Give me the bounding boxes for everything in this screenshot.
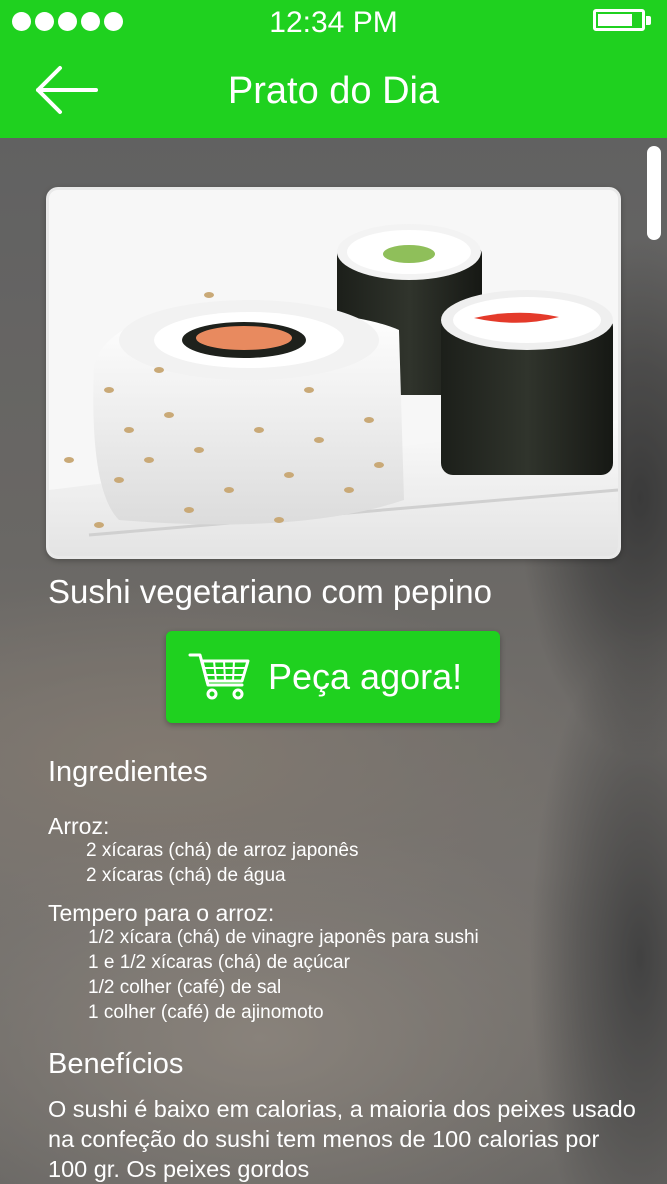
top-bar: 12:34 PM Prato do Dia [0, 0, 667, 138]
content-area: Sushi vegetariano com pepino Peça agora!… [0, 138, 667, 1184]
benefits-title: Benefícios [48, 1048, 184, 1080]
ingredient-group-title: Tempero para o arroz: [48, 900, 275, 926]
ingredients-title: Ingredientes [48, 756, 208, 788]
status-time: 12:34 PM [269, 6, 398, 39]
sushi-image [49, 190, 618, 556]
dish-photo [46, 187, 621, 559]
battery-icon [593, 9, 651, 31]
ingredient-item: 1/2 xícara (chá) de vinagre japonês para… [88, 927, 479, 948]
ingredient-item: 2 xícaras (chá) de arroz japonês [86, 840, 359, 861]
ingredient-group-title: Arroz: [48, 813, 110, 839]
page-title: Prato do Dia [227, 70, 440, 112]
benefits-text: O sushi é baixo em calorias, a maioria d… [48, 1096, 636, 1182]
ingredient-item: 1 colher (café) de ajinomoto [88, 1002, 324, 1023]
scrollbar[interactable] [647, 146, 661, 240]
dish-name: Sushi vegetariano com pepino [48, 573, 492, 610]
battery-level [598, 14, 632, 26]
ingredient-item: 2 xícaras (chá) de água [86, 865, 286, 886]
shopping-cart-icon [188, 653, 250, 700]
ingredient-item: 1/2 colher (café) de sal [88, 977, 282, 998]
order-button-label: Peça agora! [268, 656, 463, 697]
app-screen: 12:34 PM Prato do Dia Sushi vegetariano … [0, 0, 667, 1184]
order-button[interactable]: Peça agora! [166, 631, 500, 723]
ingredient-item: 1 e 1/2 xícaras (chá) de açúcar [88, 952, 350, 973]
